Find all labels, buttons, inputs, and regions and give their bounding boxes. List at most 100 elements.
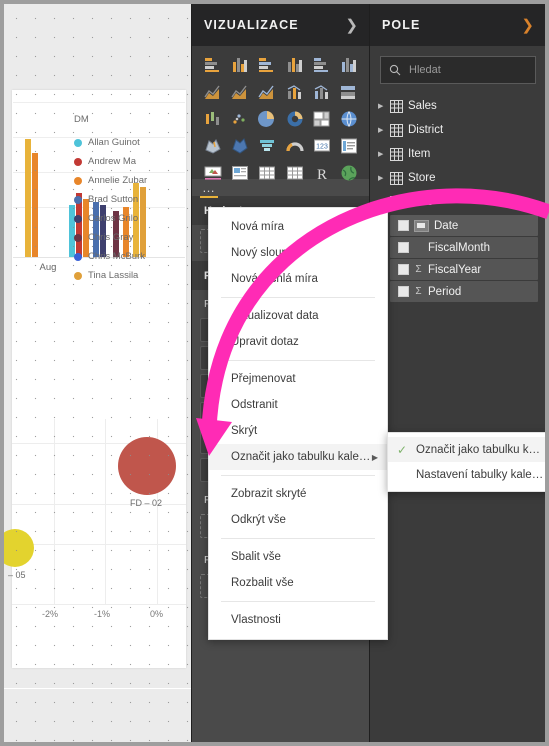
legend-item[interactable]: Annelie Zubar xyxy=(74,171,184,190)
field-table-sales[interactable]: ▶ Sales xyxy=(370,94,545,118)
treemap-icon[interactable] xyxy=(309,106,334,131)
funnel-icon[interactable] xyxy=(255,133,280,158)
legend-label: Chris Gray xyxy=(88,232,134,243)
context-menu[interactable]: Nová míra Nový sloupec Nová rychlá míra Akt… xyxy=(208,207,388,640)
legend-item[interactable]: Allan Guinot xyxy=(74,133,184,152)
menu-item[interactable]: Odstranit xyxy=(209,392,387,418)
menu-item-label: Nová míra xyxy=(231,221,285,233)
menu-item[interactable]: Nová rychlá míra xyxy=(209,266,387,292)
menu-item[interactable]: Vlastnosti xyxy=(209,607,387,633)
field-table-time[interactable]: Time xyxy=(370,190,545,214)
menu-item-label: Upravit dotaz xyxy=(231,336,299,348)
menu-item[interactable]: Odkrýt vše xyxy=(209,507,387,533)
gauge-icon[interactable] xyxy=(282,133,307,158)
menu-item[interactable]: Skrýt xyxy=(209,418,387,444)
area-chart-icon[interactable] xyxy=(227,79,252,104)
chevron-right-icon[interactable]: ▶ xyxy=(378,102,390,110)
field-table-item[interactable]: ▶ Item xyxy=(370,142,545,166)
field-item-fiscalyear[interactable]: Σ FiscalYear xyxy=(390,259,538,280)
fields-panel-title: POLE xyxy=(382,18,421,32)
clustered-column-chart-icon[interactable] xyxy=(282,52,307,77)
fields-panel-header[interactable]: POLE ❯ xyxy=(370,4,545,46)
more-visuals-button[interactable]: … xyxy=(202,180,217,195)
field-table-district[interactable]: ▶ District xyxy=(370,118,545,142)
chevron-right-icon[interactable]: ▶ xyxy=(378,174,390,182)
pie-chart-icon[interactable] xyxy=(255,106,280,131)
map-icon[interactable] xyxy=(337,106,362,131)
stacked-column-chart-icon[interactable] xyxy=(227,52,252,77)
legend-item[interactable]: Chris McBurk xyxy=(74,247,184,266)
bubble-chart-visual[interactable]: FD – 02 – 05 -2% -1% 0% xyxy=(4,419,186,649)
menu-item[interactable]: Upravit dotaz xyxy=(209,329,387,355)
100-stacked-column-chart-icon[interactable] xyxy=(337,52,362,77)
multi-row-card-icon[interactable] xyxy=(337,133,362,158)
line-chart-icon[interactable] xyxy=(200,79,225,104)
waterfall-chart-icon[interactable] xyxy=(200,106,225,131)
clustered-bar-chart-icon[interactable] xyxy=(255,52,280,77)
menu-item-label: Rozbalit vše xyxy=(231,577,294,589)
slicer-icon[interactable] xyxy=(227,160,252,185)
shape-map-icon[interactable] xyxy=(227,133,252,158)
filled-map-icon[interactable] xyxy=(200,133,225,158)
table-icon[interactable] xyxy=(255,160,280,185)
arcgis-map-icon[interactable] xyxy=(337,160,362,185)
field-checkbox[interactable] xyxy=(398,264,409,275)
line-clustered-column-chart-icon[interactable] xyxy=(309,79,334,104)
donut-chart-icon[interactable] xyxy=(282,106,307,131)
card-icon[interactable]: 123 xyxy=(309,133,334,158)
report-canvas[interactable]: Aug DM Allan Guinot Andrew Ma Annelie Zuba… xyxy=(4,4,191,742)
ribbon-chart-icon[interactable] xyxy=(337,79,362,104)
search-input[interactable]: Hledat xyxy=(380,56,536,84)
stacked-area-chart-icon[interactable] xyxy=(255,79,280,104)
menu-item[interactable]: Rozbalit vše xyxy=(209,570,387,596)
chart-bar[interactable] xyxy=(32,153,38,257)
bubble-point[interactable] xyxy=(118,437,176,495)
menu-item[interactable]: Aktualizovat data xyxy=(209,303,387,329)
legend-swatch xyxy=(74,157,82,166)
bubble-label: FD – 02 xyxy=(130,498,163,508)
menu-item[interactable]: Sbalit vše xyxy=(209,544,387,570)
menu-item[interactable]: Nový sloupec xyxy=(209,240,387,266)
context-submenu[interactable]: ✓ Označit jako tabulku k… Nastavení tabulk… xyxy=(387,432,545,492)
menu-item[interactable]: Nová míra xyxy=(209,214,387,240)
field-checkbox[interactable] xyxy=(398,220,409,231)
matrix-icon[interactable] xyxy=(282,160,307,185)
menu-item[interactable]: Přejmenovat xyxy=(209,366,387,392)
field-item-label: FiscalYear xyxy=(428,263,482,276)
fields-tree[interactable]: ▶ Sales ▶ District ▶ Item ▶ Store Time Date Fiscal… xyxy=(370,90,545,302)
menu-item-label: Přejmenovat xyxy=(231,373,296,385)
scatter-chart-icon[interactable] xyxy=(227,106,252,131)
legend-item[interactable]: Tina Lassila xyxy=(74,266,184,285)
submenu-item[interactable]: ✓ Označit jako tabulku k… xyxy=(388,437,545,462)
menu-item-label: Vlastnosti xyxy=(231,614,281,626)
visualizations-panel-header[interactable]: VIZUALIZACE ❯ xyxy=(192,4,370,46)
menu-item-label: Nová rychlá míra xyxy=(231,273,318,285)
field-item-label: Date xyxy=(434,219,459,232)
line-stacked-column-chart-icon[interactable] xyxy=(282,79,307,104)
legend-item[interactable]: Brad Sutton xyxy=(74,190,184,209)
field-table-store[interactable]: ▶ Store xyxy=(370,166,545,190)
legend-item[interactable]: Chris Gray xyxy=(74,228,184,247)
x-axis-tick: -1% xyxy=(94,609,111,619)
100-stacked-bar-chart-icon[interactable] xyxy=(309,52,334,77)
field-item-period[interactable]: Σ Period xyxy=(390,281,538,302)
chevron-right-icon[interactable]: ❯ xyxy=(345,18,358,33)
chevron-right-icon[interactable]: ▶ xyxy=(378,126,390,134)
chart-bar[interactable] xyxy=(25,139,31,257)
chevron-right-icon[interactable]: ❯ xyxy=(521,18,534,33)
legend-item[interactable]: Andrew Ma xyxy=(74,152,184,171)
menu-item[interactable]: Zobrazit skryté xyxy=(209,481,387,507)
menu-item[interactable]: Označit jako tabulku kale… ▶ xyxy=(209,444,387,470)
legend-item[interactable]: Carlos Grilo xyxy=(74,209,184,228)
search-icon xyxy=(389,64,401,76)
stacked-bar-chart-icon[interactable] xyxy=(200,52,225,77)
field-item-date[interactable]: Date xyxy=(390,215,538,236)
submenu-item[interactable]: Nastavení tabulky kale… xyxy=(388,462,545,487)
field-checkbox[interactable] xyxy=(398,242,409,253)
r-script-visual-icon[interactable]: R xyxy=(309,160,334,185)
field-checkbox[interactable] xyxy=(398,286,409,297)
field-item-fiscalmonth[interactable]: FiscalMonth xyxy=(390,237,538,258)
visual-type-gallery[interactable]: 123 R xyxy=(192,46,370,182)
chevron-right-icon[interactable]: ▶ xyxy=(378,150,390,158)
field-table-label: District xyxy=(408,124,444,136)
